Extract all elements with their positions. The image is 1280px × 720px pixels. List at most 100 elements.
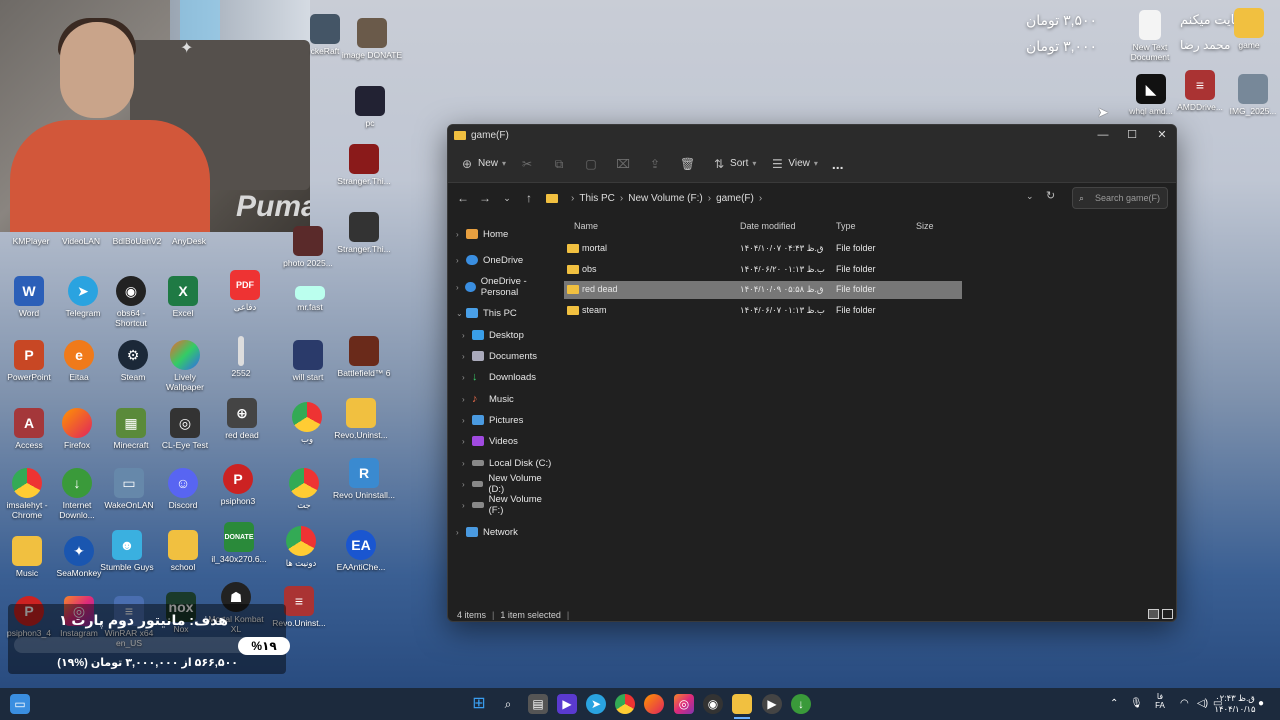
desktop-icon[interactable]: PDF دفاعی [214,270,276,312]
wifi-icon[interactable]: ◠ [1180,698,1189,709]
desktop-icon[interactable]: New Text Document [1119,10,1181,62]
breadcrumb-item[interactable]: New Volume (F:) [628,193,702,204]
desktop-icon[interactable]: e Eitaa [48,340,110,382]
desktop-icon[interactable]: ▭ WakeOnLAN [98,468,160,510]
column-header-date[interactable]: Date modified [740,221,796,231]
desktop-icon[interactable]: EA EAAntiChe... [330,530,392,572]
delete-button[interactable]: 🗑 [680,157,698,171]
nav-item-pictures[interactable]: › Pictures [462,411,523,429]
volume-icon[interactable]: ◁) [1197,698,1208,709]
nav-item-videos[interactable]: › Videos [462,432,518,450]
desktop-icon[interactable]: VideoLAN [50,236,112,246]
telegram-icon[interactable]: ➤ [586,694,606,714]
notification-icon[interactable]: ● [1258,698,1264,709]
column-header-name[interactable]: Name [574,221,598,231]
desktop-icon[interactable]: ⊕ red dead [211,398,273,440]
desktop-icon[interactable]: 2552 [210,336,272,378]
desktop-icon[interactable]: R Revo Uninstall... [333,458,395,500]
widgets-icon[interactable]: ▭ [10,694,30,714]
desktop-icon[interactable]: Firefox [46,408,108,450]
desktop-icon[interactable]: IMG_2025... [1222,74,1280,116]
breadcrumb[interactable]: › This PC › New Volume (F:) › game(F) › [546,193,767,204]
desktop-icon[interactable]: DONATE il_340x270.6... [208,522,270,564]
forward-arrow-icon[interactable]: → [474,191,496,205]
column-header-size[interactable]: Size [916,221,934,231]
new-button[interactable]: ⊕ New ▾ [460,157,506,171]
chrome-icon[interactable] [615,694,635,714]
file-explorer-window[interactable]: game(F) — ☐ ✕ ⊕ New ▾ ✂ ⧉ ▢ ⌧ ⇪ 🗑 ⇅ Sort ▾ ☰… [447,124,1177,622]
nav-item-new-volume-d[interactable]: › New Volume (D:) [462,473,558,495]
desktop-icon[interactable]: وب [276,402,338,444]
nav-item-new-volume-f[interactable]: › New Volume (F:) [462,494,558,516]
nav-item-documents[interactable]: › Documents [462,347,537,365]
up-arrow-icon[interactable]: ↑ [518,191,540,205]
nav-item-this-pc[interactable]: ⌄ This PC [456,304,517,322]
firefox-icon[interactable] [644,694,664,714]
paste-button[interactable]: ▢ [584,157,602,171]
breadcrumb-item[interactable]: This PC [579,193,615,204]
desktop-icon[interactable]: ☻ Stumble Guys [96,530,158,572]
desktop-icon[interactable]: school [152,530,214,572]
desktop-icon[interactable]: ◣ whql amd... [1120,74,1182,116]
nav-item-downloads[interactable]: › ↓ Downloads [462,368,536,386]
file-row[interactable]: steam ۱۴۰۴/۰۶/۰۷ ب.ظ ۰۱:۱۳ File folder [564,302,962,320]
media-player-icon[interactable]: ▶ [762,694,782,714]
desktop-icon[interactable]: Ppsiphon3 [207,464,269,506]
desktop-icon[interactable]: Battlefield™ 6 [333,336,395,378]
desktop-icon[interactable]: game [1218,8,1280,50]
sort-button[interactable]: ⇅ Sort ▾ [712,157,756,171]
desktop-icon[interactable]: Lively Wallpaper [154,340,216,392]
close-button[interactable]: ✕ [1147,127,1176,143]
clock[interactable]: ۰۲:۴۳ ق.ظ ۱۴۰۴/۱۰/۱۵ [1214,693,1256,715]
meet-icon[interactable]: ▶ [557,694,577,714]
window-titlebar[interactable]: game(F) — ☐ ✕ [448,125,1176,145]
search-icon[interactable]: ⌕ [498,694,518,714]
tray-chevron-icon[interactable]: ⌃ [1110,698,1118,709]
desktop-icon[interactable]: photo 2025... [277,226,339,268]
refresh-icon[interactable]: ↻ [1046,189,1055,202]
obs-icon[interactable]: ◉ [703,694,723,714]
desktop-icon[interactable]: mr.fast [279,286,341,312]
nav-item-music[interactable]: › ♪ Music [462,390,514,408]
tiles-view-icon[interactable] [1162,609,1173,619]
desktop-icon[interactable]: جت [273,468,335,510]
file-row-selected[interactable]: red dead ۱۴۰۴/۱۰/۰۹ ق.ظ ۰۵:۵۸ File folde… [564,281,962,299]
desktop-icon[interactable]: pc [339,86,401,128]
idm-icon[interactable]: ↓ [791,694,811,714]
desktop-icon[interactable]: ▦ Minecraft [100,408,162,450]
file-row[interactable]: obs ۱۴۰۴/۰۶/۲۰ ب.ظ ۰۱:۱۳ File folder [564,261,962,279]
desktop-icon[interactable]: will start [277,340,339,382]
nav-item-onedrive-personal[interactable]: › OneDrive - Personal [456,276,558,298]
nav-item-desktop[interactable]: › Desktop [462,326,524,344]
desktop-icon[interactable]: AnyDesk [158,236,220,246]
desktop-icon[interactable]: W Word [0,276,60,318]
address-dropdown-icon[interactable]: ⌄ [1026,191,1034,202]
microphone-icon[interactable]: 🎙 [1130,698,1143,709]
back-arrow-icon[interactable]: ← [452,191,474,205]
task-view-icon[interactable]: ▤ [528,694,548,714]
breadcrumb-item[interactable]: game(F) [716,193,754,204]
nav-item-home[interactable]: › Home [456,225,508,243]
desktop-icon[interactable]: X Excel [152,276,214,318]
search-input[interactable]: ⌕ Search game(F) [1072,187,1168,209]
minimize-button[interactable]: — [1088,127,1118,143]
start-icon[interactable]: ⊞ [469,694,489,714]
language-indicator[interactable]: فا FA [1153,692,1167,710]
rename-button[interactable]: ⌧ [616,157,634,171]
desktop-icon[interactable]: Stranger.Thi... [333,144,395,186]
cut-button[interactable]: ✂ [520,157,538,171]
desktop-icon[interactable]: ◎ CL-Eye Test [154,408,216,450]
desktop-icon[interactable]: Stranger.Thi... [333,212,395,254]
instagram-icon[interactable]: ◎ [674,694,694,714]
recent-chevron-icon[interactable]: ⌄ [496,193,518,204]
desktop-icon[interactable]: Revo.Uninst... [330,398,392,440]
maximize-button[interactable]: ☐ [1117,127,1147,143]
column-header-type[interactable]: Type [836,221,856,231]
desktop-icon[interactable]: ☺ Discord [152,468,214,510]
details-view-icon[interactable] [1148,609,1159,619]
nav-item-local-disk[interactable]: › Local Disk (C:) [462,454,551,472]
file-row[interactable]: mortal ۱۴۰۴/۱۰/۰۷ ق.ظ ۰۴:۴۳ File folder [564,240,962,258]
view-button[interactable]: ☰ View ▾ [770,157,818,171]
copy-button[interactable]: ⧉ [552,157,570,171]
desktop-icon[interactable]: ckeRaft [294,14,356,56]
